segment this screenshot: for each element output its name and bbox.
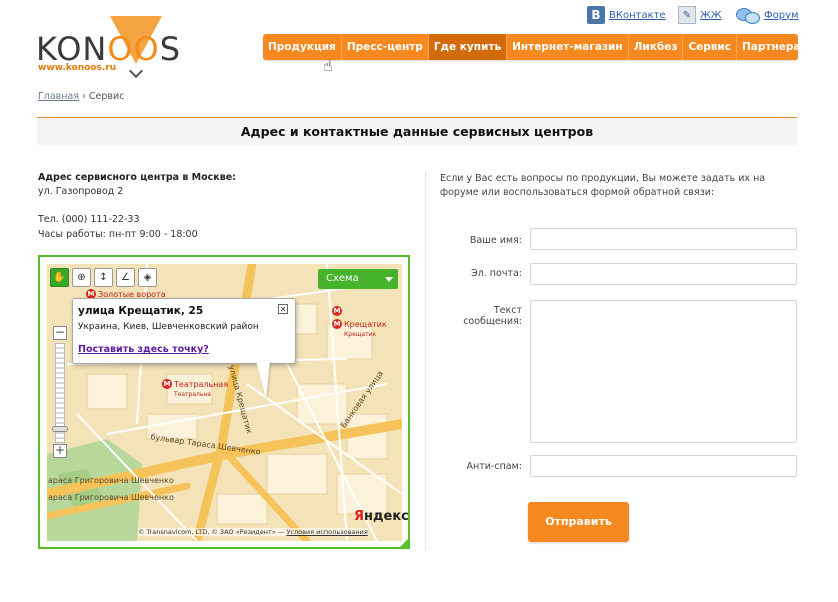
forum-link[interactable]: Форум bbox=[736, 6, 799, 24]
metro-label: M Театральная bbox=[162, 379, 229, 389]
balloon-title: улица Крещатик, 25 bbox=[78, 305, 204, 317]
message-textarea[interactable] bbox=[530, 300, 797, 443]
livejournal-icon: ✎ bbox=[678, 6, 696, 24]
address-phone: Тел. (000) 111-22-33 bbox=[38, 214, 140, 225]
metro-label: M Крещатик bbox=[332, 319, 387, 329]
metro-marker: M bbox=[332, 306, 342, 316]
column-divider bbox=[425, 172, 427, 550]
menu-item-where-to-buy[interactable]: Где купить bbox=[428, 34, 508, 60]
name-label: Ваше имя: bbox=[469, 235, 522, 246]
metro-name: Крещатик bbox=[344, 319, 387, 329]
email-field[interactable] bbox=[530, 263, 797, 285]
measure-icon[interactable]: ∠ bbox=[116, 268, 135, 287]
lj-link-label[interactable]: ЖЖ bbox=[700, 10, 722, 21]
forum-link-label[interactable]: Форум bbox=[764, 10, 799, 21]
zoom-in-button[interactable]: + bbox=[53, 444, 67, 458]
ruler-icon[interactable]: ↕ bbox=[94, 268, 113, 287]
yandex-logo-y: Я bbox=[354, 509, 365, 524]
address-street: ул. Газопровод 2 bbox=[38, 186, 124, 197]
close-icon[interactable]: ✕ bbox=[278, 304, 288, 314]
address-heading: Адрес сервисного центра в Москве: bbox=[38, 172, 236, 183]
hand-cursor-icon: ☝ bbox=[323, 56, 333, 75]
logo-url: www.konoos.ru bbox=[38, 63, 117, 73]
zoom-slider-thumb[interactable] bbox=[52, 426, 68, 432]
form-intro: Если у Вас есть вопросы по продукции, Вы… bbox=[440, 173, 766, 198]
logo-text-suffix: S bbox=[159, 30, 182, 68]
metro-name: Театральная bbox=[174, 379, 229, 389]
antispam-label: Анти-спам: bbox=[466, 461, 522, 472]
breadcrumb-current: Сервис bbox=[88, 91, 125, 102]
chevron-down-icon bbox=[385, 277, 393, 282]
terms-link[interactable]: Условия использования bbox=[286, 528, 367, 536]
map-corner bbox=[398, 537, 410, 549]
menu-item-shop[interactable]: Интернет-магазин bbox=[507, 34, 629, 60]
chat-bubbles-icon bbox=[736, 6, 760, 24]
yandex-logo: Яндекс bbox=[354, 509, 409, 524]
message-label: Текст сообщения: bbox=[463, 305, 522, 327]
vk-link-label[interactable]: ВКонтакте bbox=[609, 10, 666, 21]
main-menu: Продукция Пресс-центр Где купить Интерне… bbox=[263, 34, 809, 60]
logo-text-o: O bbox=[133, 30, 160, 68]
lj-link[interactable]: ✎ ЖЖ bbox=[678, 6, 722, 24]
address-hours: Часы работы: пн-пт 9:00 - 18:00 bbox=[38, 229, 198, 240]
hand-tool-icon[interactable]: ✋ bbox=[50, 268, 69, 287]
menu-item-press[interactable]: Пресс-центр bbox=[342, 34, 429, 60]
breadcrumb: Главная › Сервис bbox=[38, 91, 124, 102]
map-balloon-tail bbox=[256, 361, 270, 399]
page-title: Адрес и контактные данные сервисных цент… bbox=[240, 124, 594, 139]
menu-item-likbez[interactable]: Ликбез bbox=[629, 34, 684, 60]
breadcrumb-home[interactable]: Главная bbox=[38, 91, 79, 102]
copyright-text: © Transnavicom, LTD, © ЗАО «Резидент» — bbox=[138, 528, 285, 536]
street-label: араса Григоровича Шевченко bbox=[48, 493, 174, 502]
balloon-subtitle: Украина, Киев, Шевченковский район bbox=[78, 322, 259, 332]
submit-button[interactable]: Отправить bbox=[528, 502, 629, 542]
metro-sublabel: Крещатик bbox=[344, 331, 377, 338]
email-label: Эл. почта: bbox=[471, 268, 522, 279]
name-field[interactable] bbox=[530, 228, 797, 250]
zoom-area-icon[interactable]: ⊕ bbox=[72, 268, 91, 287]
yandex-logo-rest: ндекс bbox=[364, 509, 409, 524]
vk-link[interactable]: B ВКонтакте bbox=[587, 6, 666, 24]
zoom-out-button[interactable]: − bbox=[53, 326, 67, 340]
metro-sublabel: Театральна bbox=[174, 391, 211, 398]
menu-item-partners[interactable]: Партнерам bbox=[737, 34, 814, 60]
route-icon[interactable]: ◈ bbox=[138, 268, 157, 287]
street-label: араса Григоровича Шевченко bbox=[48, 476, 174, 485]
vk-icon: B bbox=[587, 6, 605, 24]
menu-item-service[interactable]: Сервис bbox=[683, 34, 738, 60]
map-copyright: © Transnavicom, LTD, © ЗАО «Резидент» — … bbox=[138, 528, 368, 536]
map-toolbar: ✋ ⊕ ↕ ∠ ◈ bbox=[50, 268, 157, 287]
set-point-link[interactable]: Поставить здесь точку? bbox=[78, 344, 209, 355]
antispam-field[interactable] bbox=[530, 455, 797, 477]
breadcrumb-separator: › bbox=[82, 91, 86, 102]
